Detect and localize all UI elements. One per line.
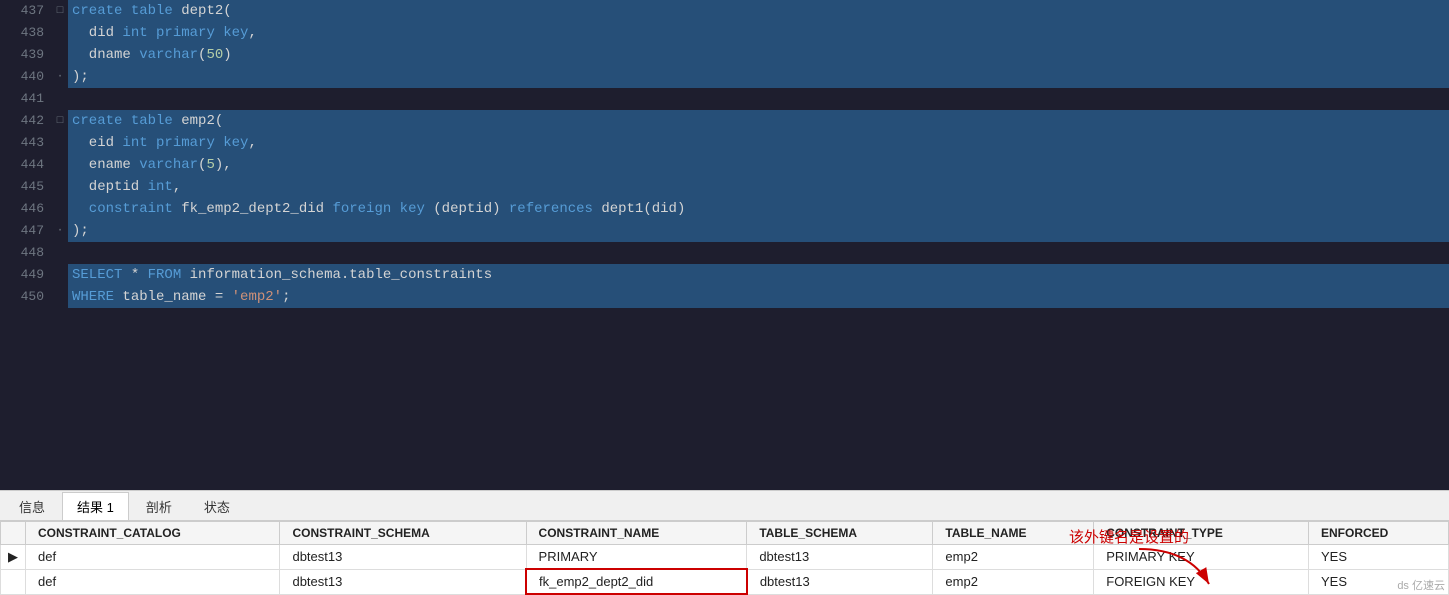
table-cell: dbtest13 <box>747 569 933 594</box>
line-number: 449 <box>0 264 52 286</box>
code-line: 437□create table dept2( <box>0 0 1449 22</box>
table-cell: fk_emp2_dept2_did <box>526 569 747 594</box>
line-content: deptid int, <box>68 176 1449 198</box>
code-editor[interactable]: 437□create table dept2(438 did int prima… <box>0 0 1449 490</box>
col-header-4: TABLE_SCHEMA <box>747 522 933 545</box>
line-content <box>68 88 1449 110</box>
code-line: 449 SELECT * FROM information_schema.tabl… <box>0 264 1449 286</box>
code-line: 447·); <box>0 220 1449 242</box>
line-content: eid int primary key, <box>68 132 1449 154</box>
code-line: 438 did int primary key, <box>0 22 1449 44</box>
col-header-3: CONSTRAINT_NAME <box>526 522 747 545</box>
line-number: 437 <box>0 0 52 22</box>
code-line: 440·); <box>0 66 1449 88</box>
code-line: 445 deptid int, <box>0 176 1449 198</box>
tab-bar: 信息结果 1剖析状态 <box>0 491 1449 521</box>
code-line: 446 constraint fk_emp2_dept2_did foreign… <box>0 198 1449 220</box>
table-row: ▶defdbtest13PRIMARYdbtest13emp2PRIMARY K… <box>1 545 1449 570</box>
row-marker <box>1 569 26 594</box>
col-header-0 <box>1 522 26 545</box>
code-line: 448 <box>0 242 1449 264</box>
line-fold <box>52 286 68 308</box>
table-cell: PRIMARY KEY <box>1094 545 1309 570</box>
table-cell: dbtest13 <box>280 545 526 570</box>
line-number: 450 <box>0 286 52 308</box>
tab-状态[interactable]: 状态 <box>189 492 245 520</box>
line-fold <box>52 176 68 198</box>
line-content: create table emp2( <box>68 110 1449 132</box>
code-line: 441 <box>0 88 1449 110</box>
line-content <box>68 242 1449 264</box>
line-number: 443 <box>0 132 52 154</box>
col-header-1: CONSTRAINT_CATALOG <box>26 522 280 545</box>
line-number: 442 <box>0 110 52 132</box>
line-content: ); <box>68 66 1449 88</box>
row-marker: ▶ <box>1 545 26 570</box>
bottom-panel: 信息结果 1剖析状态 CONSTRAINT_CATALOGCONSTRAINT_… <box>0 490 1449 595</box>
watermark: ds 亿速云 <box>1397 577 1445 593</box>
line-content: ename varchar(5), <box>68 154 1449 176</box>
line-number: 447 <box>0 220 52 242</box>
col-header-5: TABLE_NAME <box>933 522 1094 545</box>
line-fold <box>52 154 68 176</box>
line-number: 448 <box>0 242 52 264</box>
col-header-6: CONSTRAINT_TYPE <box>1094 522 1309 545</box>
line-fold: □ <box>52 0 68 22</box>
line-fold: · <box>52 66 68 88</box>
line-number: 446 <box>0 198 52 220</box>
tab-结果 1[interactable]: 结果 1 <box>62 492 129 520</box>
line-content: ); <box>68 220 1449 242</box>
table-cell: FOREIGN KEY <box>1094 569 1309 594</box>
code-lines: 437□create table dept2(438 did int prima… <box>0 0 1449 308</box>
line-content: did int primary key, <box>68 22 1449 44</box>
line-content: constraint fk_emp2_dept2_did foreign key… <box>68 198 1449 220</box>
table-cell: PRIMARY <box>526 545 747 570</box>
line-fold <box>52 22 68 44</box>
table-cell: def <box>26 569 280 594</box>
table-cell: emp2 <box>933 569 1094 594</box>
result-area[interactable]: CONSTRAINT_CATALOGCONSTRAINT_SCHEMACONST… <box>0 521 1449 595</box>
result-table: CONSTRAINT_CATALOGCONSTRAINT_SCHEMACONST… <box>0 521 1449 595</box>
line-fold <box>52 242 68 264</box>
table-cell: emp2 <box>933 545 1094 570</box>
table-cell: YES <box>1309 545 1449 570</box>
code-line: 450 WHERE table_name = 'emp2'; <box>0 286 1449 308</box>
tab-剖析[interactable]: 剖析 <box>131 492 187 520</box>
col-header-2: CONSTRAINT_SCHEMA <box>280 522 526 545</box>
line-number: 438 <box>0 22 52 44</box>
line-number: 445 <box>0 176 52 198</box>
col-header-7: ENFORCED <box>1309 522 1449 545</box>
code-line: 443 eid int primary key, <box>0 132 1449 154</box>
tab-信息[interactable]: 信息 <box>4 492 60 520</box>
table-cell: def <box>26 545 280 570</box>
line-content: WHERE table_name = 'emp2'; <box>68 286 1449 308</box>
line-content: SELECT * FROM information_schema.table_c… <box>68 264 1449 286</box>
line-number: 439 <box>0 44 52 66</box>
line-number: 440 <box>0 66 52 88</box>
line-fold <box>52 88 68 110</box>
line-fold <box>52 132 68 154</box>
line-number: 441 <box>0 88 52 110</box>
line-content: create table dept2( <box>68 0 1449 22</box>
line-fold <box>52 264 68 286</box>
line-fold: · <box>52 220 68 242</box>
code-line: 444 ename varchar(5), <box>0 154 1449 176</box>
table-cell: dbtest13 <box>747 545 933 570</box>
line-fold <box>52 44 68 66</box>
code-line: 439 dname varchar(50) <box>0 44 1449 66</box>
line-fold <box>52 198 68 220</box>
line-content: dname varchar(50) <box>68 44 1449 66</box>
code-line: 442□create table emp2( <box>0 110 1449 132</box>
line-fold: □ <box>52 110 68 132</box>
line-number: 444 <box>0 154 52 176</box>
table-cell: dbtest13 <box>280 569 526 594</box>
table-row: defdbtest13fk_emp2_dept2_diddbtest13emp2… <box>1 569 1449 594</box>
